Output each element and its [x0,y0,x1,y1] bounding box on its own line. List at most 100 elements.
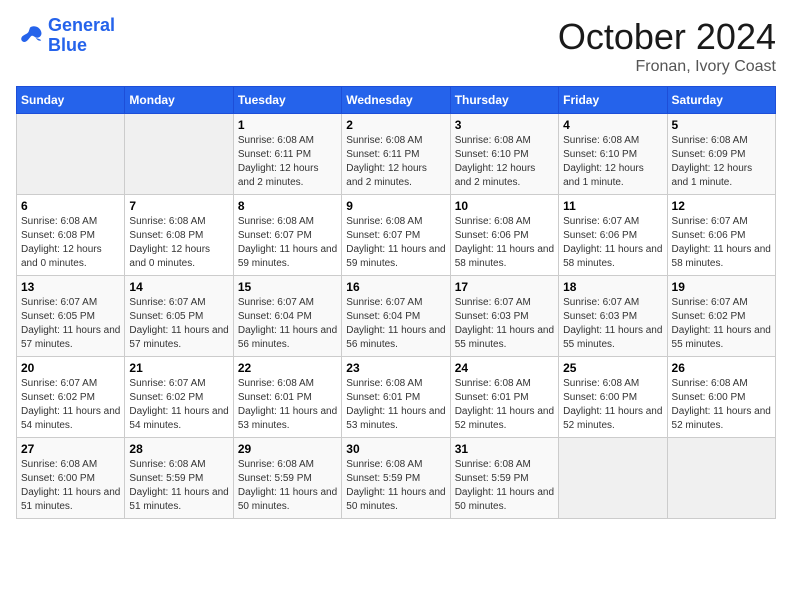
day-info: Sunrise: 6:08 AM Sunset: 6:01 PM Dayligh… [346,377,445,433]
calendar-cell [667,438,775,519]
calendar-cell: 19 Sunrise: 6:07 AM Sunset: 6:02 PM Dayli… [667,276,775,357]
calendar-cell: 12 Sunrise: 6:07 AM Sunset: 6:06 PM Dayli… [667,195,775,276]
day-info: Sunrise: 6:07 AM Sunset: 6:05 PM Dayligh… [129,296,228,352]
calendar-cell [125,114,233,195]
calendar-cell: 31Sunrise: 6:08 AM Sunset: 5:59 PM Dayli… [450,438,558,519]
day-number: 12 [672,199,771,213]
day-number: 4 [563,118,662,132]
day-number: 17 [455,280,554,294]
day-number: 5 [672,118,771,132]
calendar-cell: 10Sunrise: 6:08 AM Sunset: 6:06 PM Dayli… [450,195,558,276]
calendar-cell [17,114,125,195]
day-info: Sunrise: 6:08 AM Sunset: 6:01 PM Dayligh… [455,377,554,433]
calendar-cell: 11 Sunrise: 6:07 AM Sunset: 6:06 PM Dayli… [559,195,667,276]
day-info: Sunrise: 6:08 AM Sunset: 6:00 PM Dayligh… [672,377,771,433]
week-row-2: 6 Sunrise: 6:08 AM Sunset: 6:08 PM Daylig… [17,195,776,276]
day-info: Sunrise: 6:07 AM Sunset: 6:03 PM Dayligh… [563,296,662,352]
calendar-cell: 16Sunrise: 6:07 AM Sunset: 6:04 PM Dayli… [342,276,450,357]
week-row-3: 13 Sunrise: 6:07 AM Sunset: 6:05 PM Dayli… [17,276,776,357]
day-info: Sunrise: 6:07 AM Sunset: 6:02 PM Dayligh… [672,296,771,352]
day-info: Sunrise: 6:07 AM Sunset: 6:04 PM Dayligh… [346,296,445,352]
day-number: 3 [455,118,554,132]
calendar-cell: 21Sunrise: 6:07 AM Sunset: 6:02 PM Dayli… [125,357,233,438]
day-number: 10 [455,199,554,213]
month-title: October 2024 [558,16,776,58]
day-number: 15 [238,280,337,294]
day-number: 20 [21,361,120,375]
title-block: October 2024 Fronan, Ivory Coast [558,16,776,76]
day-number: 29 [238,442,337,456]
calendar-cell: 6 Sunrise: 6:08 AM Sunset: 6:08 PM Daylig… [17,195,125,276]
calendar-cell: 17 Sunrise: 6:07 AM Sunset: 6:03 PM Dayli… [450,276,558,357]
day-info: Sunrise: 6:07 AM Sunset: 6:06 PM Dayligh… [672,215,771,271]
week-row-1: 1 Sunrise: 6:08 AM Sunset: 6:11 PM Daylig… [17,114,776,195]
calendar-cell: 24 Sunrise: 6:08 AM Sunset: 6:01 PM Dayli… [450,357,558,438]
day-number: 1 [238,118,337,132]
day-info: Sunrise: 6:08 AM Sunset: 6:10 PM Dayligh… [563,134,662,190]
day-number: 21 [129,361,228,375]
calendar-cell: 27Sunrise: 6:08 AM Sunset: 6:00 PM Dayli… [17,438,125,519]
day-number: 28 [129,442,228,456]
day-number: 19 [672,280,771,294]
calendar-cell: 2 Sunrise: 6:08 AM Sunset: 6:11 PM Daylig… [342,114,450,195]
weekday-friday: Friday [559,87,667,114]
weekday-monday: Monday [125,87,233,114]
week-row-4: 20Sunrise: 6:07 AM Sunset: 6:02 PM Dayli… [17,357,776,438]
day-number: 6 [21,199,120,213]
day-info: Sunrise: 6:08 AM Sunset: 6:00 PM Dayligh… [21,458,120,514]
day-info: Sunrise: 6:07 AM Sunset: 6:05 PM Dayligh… [21,296,120,352]
day-number: 9 [346,199,445,213]
logo: General Blue [16,16,115,56]
calendar-cell: 15 Sunrise: 6:07 AM Sunset: 6:04 PM Dayli… [233,276,341,357]
day-number: 18 [563,280,662,294]
day-number: 13 [21,280,120,294]
day-number: 14 [129,280,228,294]
calendar-cell: 14 Sunrise: 6:07 AM Sunset: 6:05 PM Dayli… [125,276,233,357]
page-header: General Blue October 2024 Fronan, Ivory … [16,16,776,76]
calendar-table: SundayMondayTuesdayWednesdayThursdayFrid… [16,86,776,519]
calendar-cell: 28Sunrise: 6:08 AM Sunset: 5:59 PM Dayli… [125,438,233,519]
calendar-cell: 13 Sunrise: 6:07 AM Sunset: 6:05 PM Dayli… [17,276,125,357]
calendar-cell: 9 Sunrise: 6:08 AM Sunset: 6:07 PM Daylig… [342,195,450,276]
day-info: Sunrise: 6:08 AM Sunset: 5:59 PM Dayligh… [346,458,445,514]
day-number: 22 [238,361,337,375]
day-info: Sunrise: 6:08 AM Sunset: 6:09 PM Dayligh… [672,134,771,190]
day-number: 26 [672,361,771,375]
calendar-cell: 1Sunrise: 6:08 AM Sunset: 6:11 PM Daylig… [233,114,341,195]
day-info: Sunrise: 6:08 AM Sunset: 6:11 PM Dayligh… [346,134,445,190]
calendar-cell: 20Sunrise: 6:07 AM Sunset: 6:02 PM Dayli… [17,357,125,438]
calendar-cell: 26 Sunrise: 6:08 AM Sunset: 6:00 PM Dayli… [667,357,775,438]
weekday-wednesday: Wednesday [342,87,450,114]
day-info: Sunrise: 6:08 AM Sunset: 6:07 PM Dayligh… [346,215,445,271]
logo-bird-icon [16,22,44,50]
weekday-thursday: Thursday [450,87,558,114]
day-number: 11 [563,199,662,213]
day-info: Sunrise: 6:08 AM Sunset: 6:08 PM Dayligh… [21,215,120,271]
location: Fronan, Ivory Coast [558,58,776,76]
day-number: 24 [455,361,554,375]
day-number: 7 [129,199,228,213]
day-number: 23 [346,361,445,375]
logo-text: General Blue [48,16,115,56]
day-number: 30 [346,442,445,456]
day-info: Sunrise: 6:07 AM Sunset: 6:03 PM Dayligh… [455,296,554,352]
day-info: Sunrise: 6:07 AM Sunset: 6:06 PM Dayligh… [563,215,662,271]
day-info: Sunrise: 6:07 AM Sunset: 6:04 PM Dayligh… [238,296,337,352]
day-info: Sunrise: 6:08 AM Sunset: 5:59 PM Dayligh… [238,458,337,514]
calendar-cell: 23 Sunrise: 6:08 AM Sunset: 6:01 PM Dayli… [342,357,450,438]
calendar-cell: 7 Sunrise: 6:08 AM Sunset: 6:08 PM Daylig… [125,195,233,276]
day-number: 2 [346,118,445,132]
day-info: Sunrise: 6:08 AM Sunset: 6:00 PM Dayligh… [563,377,662,433]
calendar-cell [559,438,667,519]
day-number: 8 [238,199,337,213]
weekday-tuesday: Tuesday [233,87,341,114]
weekday-saturday: Saturday [667,87,775,114]
weekday-sunday: Sunday [17,87,125,114]
calendar-cell: 22Sunrise: 6:08 AM Sunset: 6:01 PM Dayli… [233,357,341,438]
week-row-5: 27Sunrise: 6:08 AM Sunset: 6:00 PM Dayli… [17,438,776,519]
day-info: Sunrise: 6:08 AM Sunset: 6:08 PM Dayligh… [129,215,228,271]
calendar-cell: 5 Sunrise: 6:08 AM Sunset: 6:09 PM Daylig… [667,114,775,195]
calendar-cell: 4 Sunrise: 6:08 AM Sunset: 6:10 PM Daylig… [559,114,667,195]
calendar-cell: 25Sunrise: 6:08 AM Sunset: 6:00 PM Dayli… [559,357,667,438]
day-number: 31 [455,442,554,456]
